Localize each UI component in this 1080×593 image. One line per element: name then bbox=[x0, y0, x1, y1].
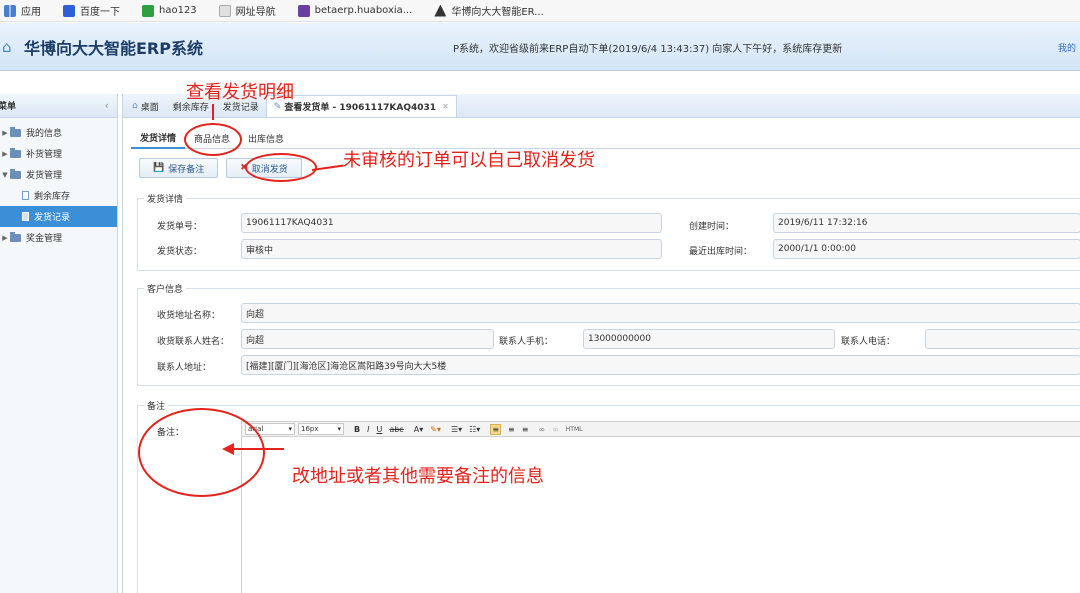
sidebar: 菜单 ‹ ▶ 我的信息 ▶ 补货管理 ▼ 发货管理 剩余库存 发货记录 ▶ 奖金管理 bbox=[0, 94, 118, 593]
dropdown-arrow-icon: ▾ bbox=[337, 425, 341, 433]
last-outbound-field[interactable]: 2000/1/1 0:00:00 bbox=[773, 239, 1080, 259]
expand-arrow-icon[interactable]: ▶ bbox=[0, 234, 10, 242]
align-left-icon[interactable]: ≡ bbox=[490, 423, 502, 435]
contact-mobile-field[interactable]: 13000000000 bbox=[583, 329, 835, 349]
fieldset-legend: 备注 bbox=[144, 399, 169, 412]
annotation-circle-remark bbox=[138, 408, 265, 497]
order-no-label: 发货单号： bbox=[157, 222, 203, 232]
sidebar-title: 菜单 bbox=[0, 102, 17, 112]
align-right-icon[interactable]: ≡ bbox=[522, 425, 529, 434]
annotation-circle-product-tab bbox=[184, 123, 242, 156]
unlink-icon[interactable]: ∞ bbox=[552, 425, 559, 434]
remark-editor[interactable] bbox=[241, 437, 1080, 593]
folder-icon bbox=[10, 147, 21, 158]
contact-name-field[interactable]: 向超 bbox=[241, 329, 494, 349]
tab-desktop[interactable]: ⌂ 桌面 bbox=[125, 95, 166, 117]
apps-grid-icon bbox=[4, 4, 16, 17]
shipment-status-field[interactable]: 审核中 bbox=[241, 239, 662, 259]
sidebar-item-shipping-records[interactable]: 发货记录 bbox=[0, 206, 117, 227]
contact-phone-label: 联系人电话： bbox=[841, 337, 896, 347]
announcement-marquee: P系统，欢迎省级前来ERP自动下单(2019/6/4 13:43:37) 向家人… bbox=[453, 44, 843, 55]
subtab-shipment-details[interactable]: 发货详情 bbox=[131, 128, 186, 149]
home-icon: ⌂ bbox=[132, 101, 138, 111]
folder-icon bbox=[10, 231, 21, 242]
contact-address-label: 联系人地址： bbox=[157, 363, 212, 373]
home-logo-icon: ⌂ bbox=[2, 37, 12, 56]
contact-mobile-label: 联系人手机： bbox=[499, 337, 554, 347]
save-icon: 💾 bbox=[153, 163, 165, 173]
subtab-outbound-info[interactable]: 出库信息 bbox=[239, 128, 293, 149]
underline-icon[interactable]: U bbox=[376, 425, 382, 434]
shipment-status-label: 发货状态： bbox=[157, 247, 203, 257]
collapse-arrow-icon[interactable]: ▼ bbox=[0, 171, 10, 179]
expand-arrow-icon[interactable]: ▶ bbox=[0, 150, 10, 158]
annotation-arrow bbox=[212, 104, 214, 120]
annotation-view-detail: 查看发货明细 bbox=[186, 82, 294, 103]
link-icon[interactable]: ∞ bbox=[538, 425, 545, 434]
menu-tree: ▶ 我的信息 ▶ 补货管理 ▼ 发货管理 剩余库存 发货记录 ▶ 奖金管理 bbox=[0, 118, 117, 248]
fieldset-legend: 客户信息 bbox=[144, 282, 187, 295]
annotation-circle-cancel-button bbox=[245, 153, 317, 182]
bookmark-hao123[interactable]: hao123 bbox=[142, 4, 197, 17]
save-remark-button[interactable]: 💾 保存备注 bbox=[139, 158, 219, 178]
align-center-icon[interactable]: ≡ bbox=[508, 425, 515, 434]
sidebar-item-bonus[interactable]: ▶ 奖金管理 bbox=[0, 227, 117, 248]
header-spacer bbox=[0, 72, 1080, 94]
detail-subtabs: 发货详情 商品信息 出库信息 bbox=[131, 128, 1080, 149]
bold-icon[interactable]: B bbox=[354, 425, 360, 434]
bookmarks-bar: 应用 百度一下 hao123 网址导航 betaerp.huaboxia... … bbox=[0, 0, 1080, 22]
contact-address-field[interactable]: [福建][厦门][海沧区]海沧区嵩阳路39号向大大5楼 bbox=[241, 355, 1080, 375]
my-account-link[interactable]: 我的 bbox=[1058, 41, 1076, 54]
order-no-field[interactable]: 19061117KAQ4031 bbox=[241, 213, 662, 233]
highlight-color-icon[interactable]: ✎▾ bbox=[430, 425, 441, 434]
app-header: ⌂ 华博向大大智能ERP系统 P系统，欢迎省级前来ERP自动下单(2019/6/… bbox=[0, 23, 1080, 71]
annotation-arrowhead bbox=[222, 443, 234, 455]
dropdown-arrow-icon: ▾ bbox=[288, 425, 292, 433]
folder-open-icon bbox=[10, 168, 21, 179]
italic-icon[interactable]: I bbox=[367, 425, 369, 434]
bookmark-huabo[interactable]: 华博向大大智能ER... bbox=[434, 3, 544, 18]
sidebar-item-my-info[interactable]: ▶ 我的信息 bbox=[0, 122, 117, 143]
file-icon bbox=[22, 212, 29, 221]
sidebar-collapse-icon[interactable]: ‹ bbox=[105, 99, 109, 112]
address-name-field[interactable]: 向超 bbox=[241, 303, 1080, 323]
html-source-button[interactable]: HTML bbox=[566, 426, 583, 433]
betaerp-icon bbox=[297, 4, 310, 17]
address-name-label: 收货地址名称： bbox=[157, 311, 221, 321]
system-title: 华博向大大智能ERP系统 bbox=[24, 38, 203, 58]
font-color-icon[interactable]: A▾ bbox=[414, 425, 424, 434]
sidebar-header: 菜单 ‹ bbox=[0, 94, 117, 118]
shipment-details-fieldset: 发货详情 bbox=[137, 192, 1080, 271]
sidebar-item-restock[interactable]: ▶ 补货管理 bbox=[0, 143, 117, 164]
last-outbound-label: 最近出库时间： bbox=[689, 247, 753, 257]
fieldset-legend: 发货详情 bbox=[144, 192, 187, 205]
web-nav-icon bbox=[218, 4, 231, 17]
strikethrough-icon[interactable]: abc bbox=[389, 425, 403, 434]
contact-name-label: 收货联系人姓名： bbox=[157, 337, 230, 347]
hao123-icon bbox=[142, 4, 154, 17]
bookmark-baidu[interactable]: 百度一下 bbox=[63, 3, 120, 18]
unordered-list-icon[interactable]: ☷▾ bbox=[469, 425, 480, 434]
sidebar-item-remaining-stock[interactable]: 剩余库存 bbox=[0, 185, 117, 206]
font-size-select[interactable]: 16px ▾ bbox=[298, 423, 344, 435]
bookmark-web-nav[interactable]: 网址导航 bbox=[218, 3, 276, 18]
huabo-icon bbox=[434, 4, 447, 17]
ordered-list-icon[interactable]: ☰▾ bbox=[451, 425, 462, 434]
created-time-label: 创建时间： bbox=[689, 222, 735, 232]
created-time-field[interactable]: 2019/6/11 17:32:16 bbox=[773, 213, 1080, 233]
close-icon[interactable]: ✕ bbox=[442, 102, 449, 111]
baidu-icon bbox=[63, 4, 75, 17]
bookmark-betaerp[interactable]: betaerp.huaboxia... bbox=[297, 4, 412, 17]
annotation-cancel-note: 未审核的订单可以自己取消发货 bbox=[343, 150, 595, 171]
contact-phone-field[interactable] bbox=[925, 329, 1080, 349]
expand-arrow-icon[interactable]: ▶ bbox=[0, 129, 10, 137]
rich-text-toolbar: arial ▾ 16px ▾ B I U abc A▾ ✎▾ ☰▾ ☷▾ ≡ ≡ ≡… bbox=[241, 421, 1080, 437]
folder-icon bbox=[10, 126, 21, 137]
bookmark-apps[interactable]: 应用 bbox=[4, 3, 41, 18]
annotation-remark-note: 改地址或者其他需要备注的信息 bbox=[292, 466, 544, 487]
tab-view-shipment[interactable]: ✎ 查看发货单 - 19061117KAQ4031 ✕ bbox=[265, 95, 457, 117]
file-icon bbox=[22, 191, 29, 200]
annotation-arrow bbox=[232, 448, 284, 450]
sidebar-item-shipping[interactable]: ▼ 发货管理 bbox=[0, 164, 117, 185]
